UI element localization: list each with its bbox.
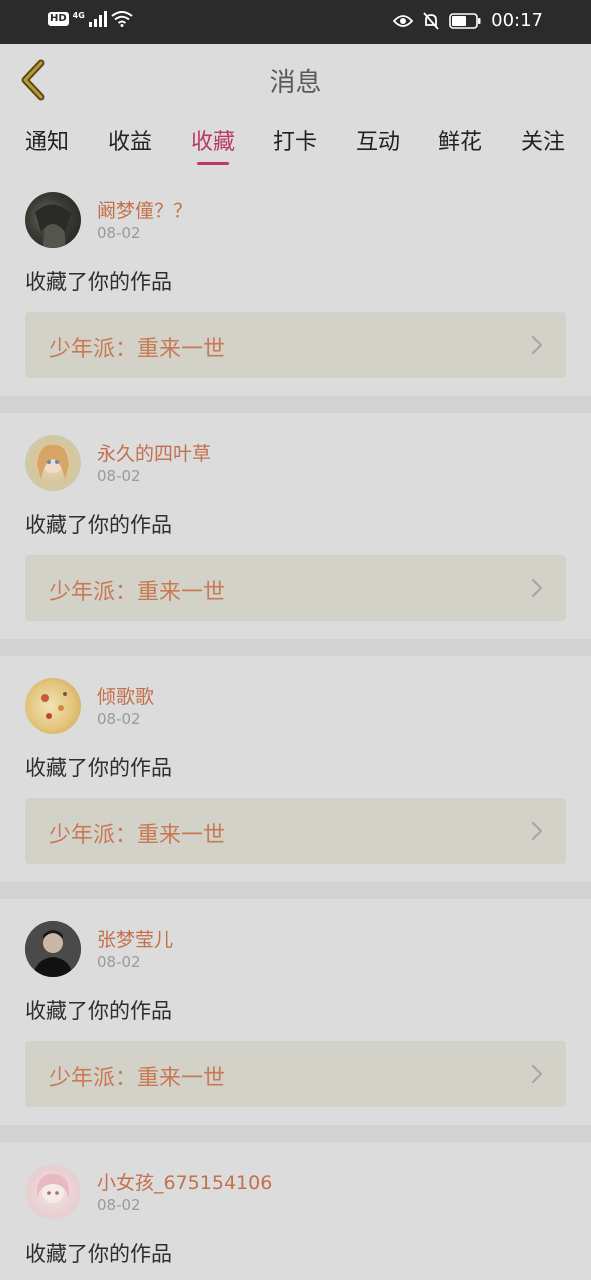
date: 08-02 <box>97 953 141 971</box>
tab-notice[interactable]: 通知 <box>17 124 77 156</box>
date: 08-02 <box>97 1196 141 1214</box>
clock: 00:17 <box>491 10 543 31</box>
page-title: 消息 <box>269 68 322 98</box>
avatar[interactable] <box>25 435 81 491</box>
tab-flowers[interactable]: 鲜花 <box>430 124 490 156</box>
chevron-right-icon <box>531 821 543 841</box>
username[interactable]: 小女孩_675154106 <box>97 1168 272 1195</box>
active-tab-indicator <box>197 162 229 165</box>
tab-bar: 通知 收益 收藏 打卡 互动 鲜花 关注 <box>0 116 591 170</box>
action-text: 收藏了你的作品 <box>25 1242 172 1266</box>
wifi-icon <box>111 11 133 27</box>
username[interactable]: 倾歌歌 <box>97 682 154 709</box>
work-title: 少年派：重来一世 <box>49 337 226 362</box>
status-left: HD 4G <box>48 11 133 27</box>
list-item: 阚梦僮？？ 08-02 收藏了你的作品 少年派：重来一世 <box>0 170 591 396</box>
signal-icon <box>88 11 107 27</box>
date: 08-02 <box>97 224 141 242</box>
avatar[interactable] <box>25 921 81 977</box>
divider <box>0 639 591 656</box>
work-title: 少年派：重来一世 <box>49 1066 226 1091</box>
eye-icon <box>393 14 414 27</box>
list-item: 张梦莹儿 08-02 收藏了你的作品 少年派：重来一世 <box>0 899 591 1125</box>
work-link[interactable]: 少年派：重来一世 <box>25 798 566 864</box>
tab-follow[interactable]: 关注 <box>513 124 573 156</box>
work-link[interactable]: 少年派：重来一世 <box>25 312 566 378</box>
username[interactable]: 永久的四叶草 <box>97 439 211 466</box>
action-text: 收藏了你的作品 <box>25 513 172 537</box>
action-text: 收藏了你的作品 <box>25 756 172 780</box>
action-text: 收藏了你的作品 <box>25 999 172 1023</box>
tab-favorites[interactable]: 收藏 <box>183 124 243 156</box>
title-bar: 消息 <box>0 44 591 116</box>
tab-checkin[interactable]: 打卡 <box>265 124 325 156</box>
avatar[interactable] <box>25 678 81 734</box>
tab-interaction[interactable]: 互动 <box>348 124 408 156</box>
list-item: 倾歌歌 08-02 收藏了你的作品 少年派：重来一世 <box>0 656 591 882</box>
work-link[interactable]: 少年派：重来一世 <box>25 555 566 621</box>
divider <box>0 882 591 899</box>
list-item: 小女孩_675154106 08-02 收藏了你的作品 <box>0 1142 591 1280</box>
chevron-right-icon <box>531 1064 543 1084</box>
date: 08-02 <box>97 710 141 728</box>
avatar[interactable] <box>25 1164 81 1220</box>
network-label: 4G <box>72 10 85 20</box>
divider <box>0 1125 591 1142</box>
work-title: 少年派：重来一世 <box>49 823 226 848</box>
bell-muted-icon <box>423 11 439 30</box>
username[interactable]: 张梦莹儿 <box>97 925 173 952</box>
work-title: 少年派：重来一世 <box>49 580 226 605</box>
app: 消息 通知 收益 收藏 打卡 互动 鲜花 关注 阚梦僮？？ 08-02 收藏了你… <box>0 44 591 1280</box>
list-item: 永久的四叶草 08-02 收藏了你的作品 少年派：重来一世 <box>0 413 591 639</box>
avatar[interactable] <box>25 192 81 248</box>
battery-icon <box>449 12 481 29</box>
action-text: 收藏了你的作品 <box>25 270 172 294</box>
username[interactable]: 阚梦僮？？ <box>97 196 192 223</box>
work-link[interactable]: 少年派：重来一世 <box>25 1041 566 1107</box>
chevron-right-icon <box>531 578 543 598</box>
status-bar: HD 4G 00:17 <box>0 0 591 44</box>
date: 08-02 <box>97 467 141 485</box>
chevron-right-icon <box>531 335 543 355</box>
divider <box>0 396 591 413</box>
hd-badge: HD <box>48 12 69 26</box>
tab-earnings[interactable]: 收益 <box>100 124 160 156</box>
status-right: 00:17 <box>393 10 543 31</box>
